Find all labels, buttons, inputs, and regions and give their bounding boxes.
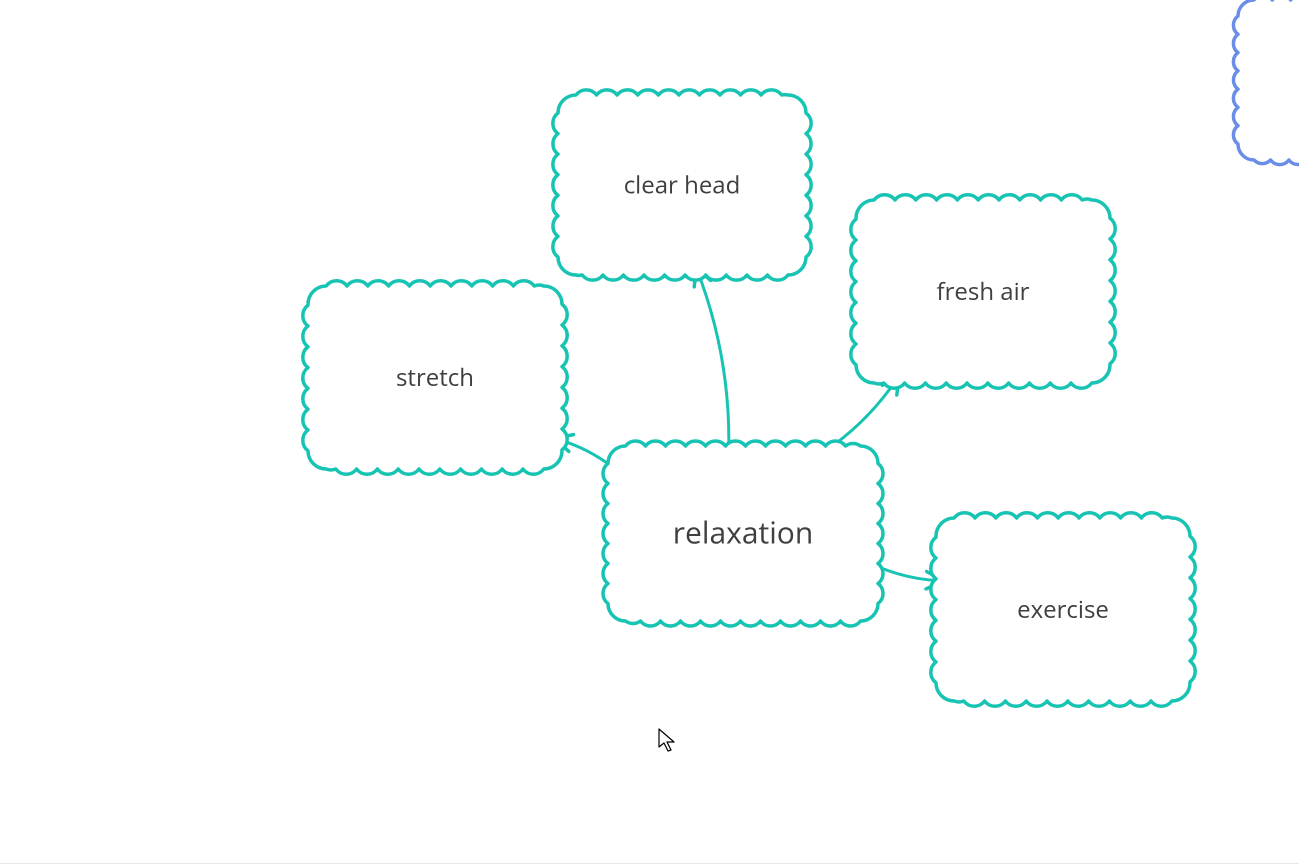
node-clear-head[interactable]: clear head xyxy=(553,90,811,280)
cloud-shape[interactable] xyxy=(1233,0,1299,165)
edge-relaxation-to-clear-head[interactable] xyxy=(697,269,729,452)
diagram-canvas[interactable]: relaxation clear head stretch fresh air exer… xyxy=(0,0,1299,866)
node-fresh-air[interactable]: fresh air xyxy=(851,195,1115,388)
node-relaxation[interactable]: relaxation xyxy=(603,441,883,626)
node-label: fresh air xyxy=(937,275,1030,308)
node-label: clear head xyxy=(624,168,741,201)
node-label: stretch xyxy=(396,361,474,394)
node-stretch[interactable]: stretch xyxy=(303,281,567,474)
footer-divider xyxy=(0,863,1299,864)
node-label: relaxation xyxy=(673,512,813,553)
node-label: exercise xyxy=(1017,593,1109,626)
node-offscreen[interactable] xyxy=(1233,0,1299,165)
node-exercise[interactable]: exercise xyxy=(931,513,1195,706)
